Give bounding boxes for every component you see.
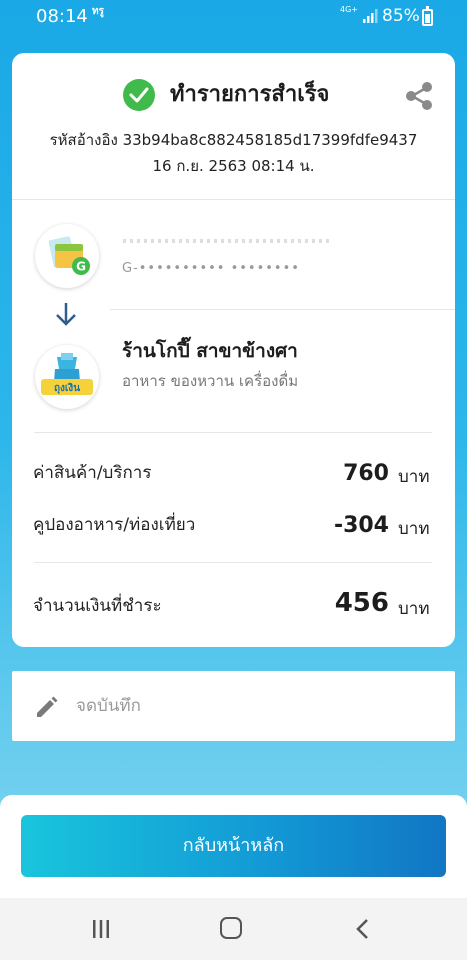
divider: [34, 432, 432, 433]
line-item-unit: บาท: [398, 467, 430, 487]
divider: [12, 199, 455, 200]
reference-id: รหัสอ้างอิง 33b94ba8c882458185d17399fdfe…: [49, 131, 418, 149]
merchant-name: ร้านโกปี๊ สาขาข้างศา: [122, 340, 298, 362]
merchant-logo-text: ถุงเงิน: [54, 382, 80, 394]
back-to-home-button[interactable]: กลับหน้าหลัก: [21, 815, 446, 877]
receipt-title: ทำรายการสำเร็จ: [170, 82, 330, 107]
note-input[interactable]: [76, 691, 436, 721]
network-type: 4G+: [340, 5, 358, 14]
line-item-value: -304: [333, 513, 389, 538]
line-item-label: คูปองอาหาร/ท่องเที่ยว: [33, 515, 196, 535]
home-nav-icon[interactable]: [220, 917, 242, 939]
wallet-logo: G: [35, 224, 99, 288]
share-icon[interactable]: [404, 81, 434, 111]
back-icon[interactable]: [354, 918, 370, 940]
battery-icon: [422, 6, 433, 26]
recent-apps-icon[interactable]: [91, 919, 111, 939]
line-item-unit: บาท: [398, 519, 430, 539]
note-field[interactable]: [12, 671, 455, 741]
merchant-logo: ถุงเงิน: [35, 345, 99, 409]
carrier-indicator: ทรู: [92, 6, 104, 17]
arrow-down-icon: [56, 303, 76, 326]
merchant-category: อาหาร ของหวาน เครื่องดื่ม: [122, 372, 299, 390]
battery-percent: 85%: [382, 6, 420, 26]
line-item-value: 760: [343, 461, 389, 486]
total-value: 456: [334, 588, 389, 618]
divider: [34, 562, 432, 563]
pencil-icon: [37, 696, 58, 717]
total-label: จำนวนเงินที่ชำระ: [33, 596, 162, 616]
total-unit: บาท: [398, 599, 430, 619]
status-bar: 08:14 ทรู 4G+ 85%: [0, 0, 467, 32]
wallet-logo-letter: G: [76, 260, 86, 274]
status-time: 08:14: [36, 6, 88, 27]
bottom-sheet: กลับหน้าหลัก: [0, 795, 467, 905]
sender-account: G-•••••••••• ••••••••: [122, 261, 300, 276]
system-nav-bar: [0, 898, 467, 960]
transaction-datetime: 16 ก.ย. 2563 08:14 น.: [152, 157, 315, 175]
check-icon: [123, 79, 155, 111]
receipt-card: ทำรายการสำเร็จ รหัสอ้างอิง 33b94ba8c8824…: [12, 53, 455, 647]
divider: [110, 309, 455, 310]
signal-icon: [363, 9, 378, 23]
line-item-label: ค่าสินค้า/บริการ: [33, 463, 152, 483]
